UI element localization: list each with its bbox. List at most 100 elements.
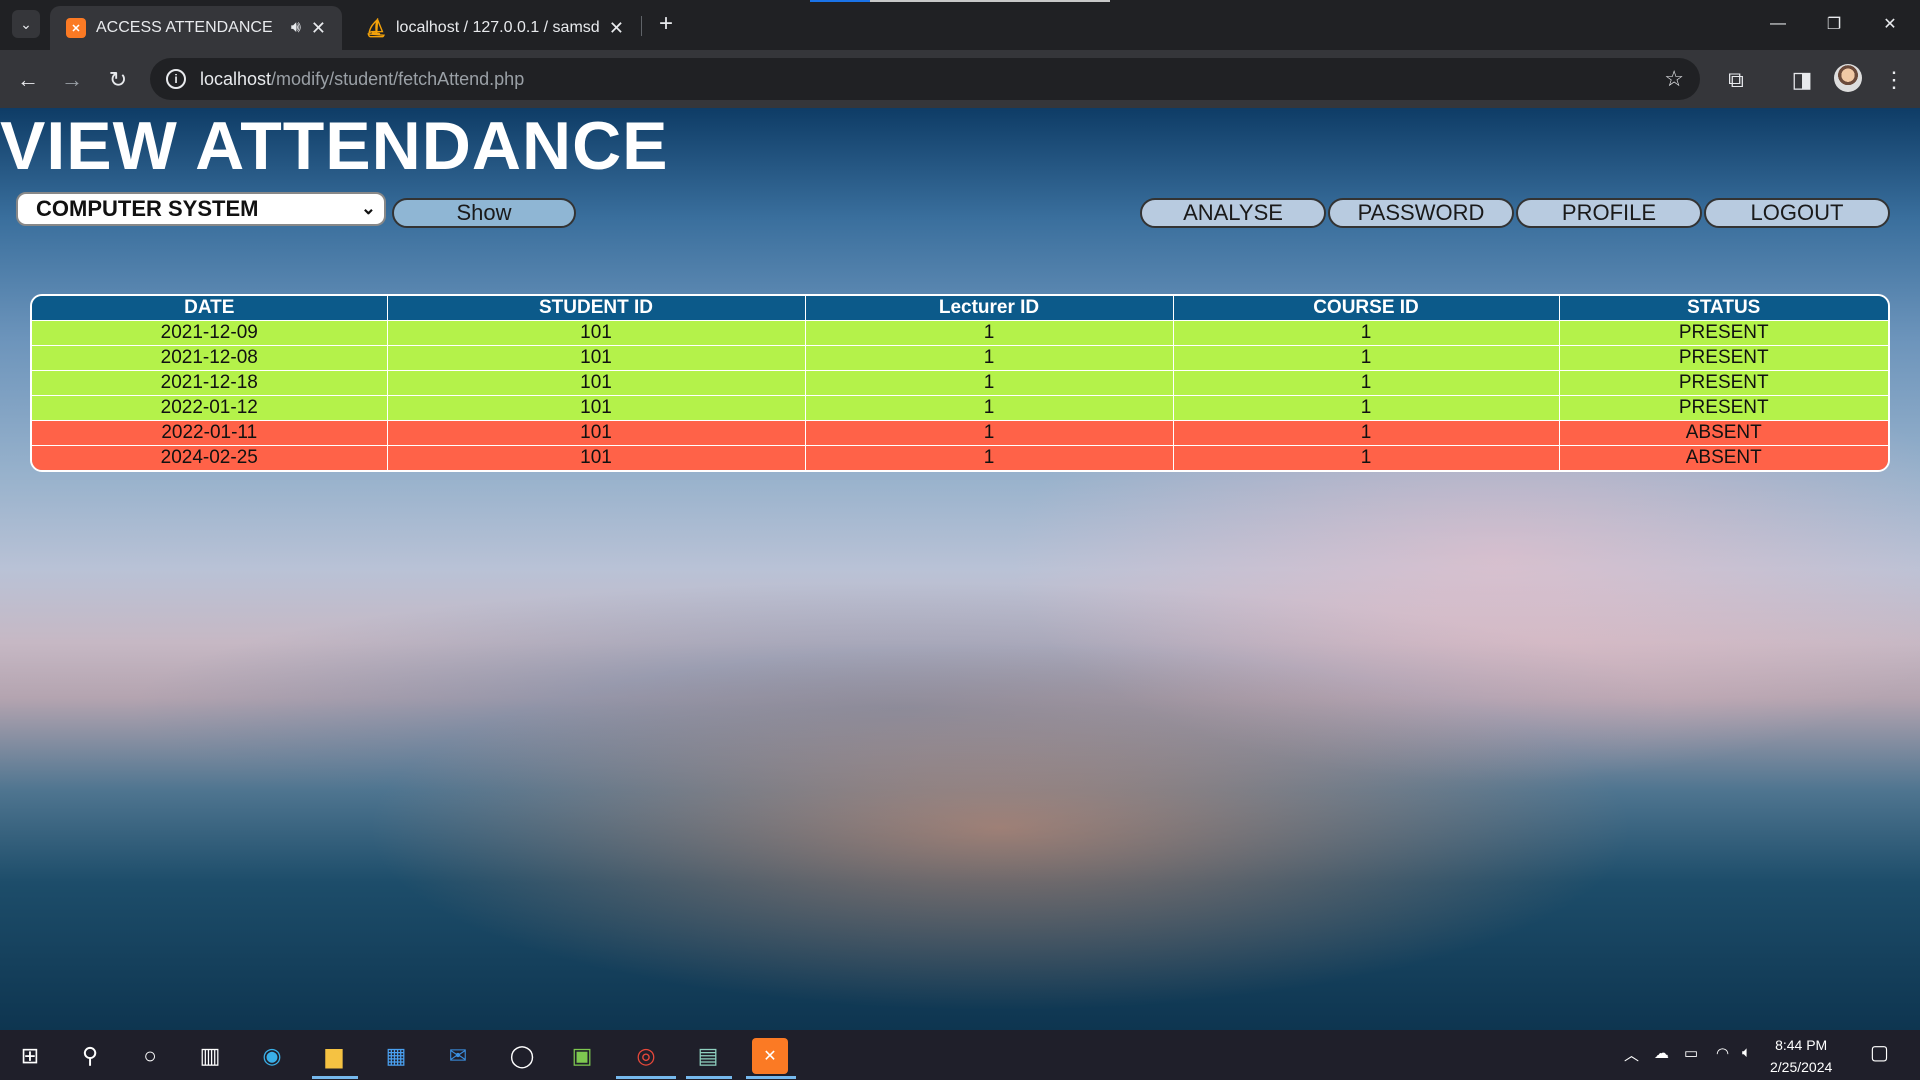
windows-start-icon[interactable]: ⊞ xyxy=(12,1038,48,1074)
side-panel-icon[interactable]: ◨ xyxy=(1786,64,1818,96)
tray-chevron-up-icon[interactable]: ︿ xyxy=(1624,1044,1639,1065)
course-select-value: COMPUTER SYSTEM xyxy=(36,196,259,221)
profile-button[interactable]: PROFILE xyxy=(1516,198,1702,228)
cell-student-id: 101 xyxy=(387,344,806,370)
cell-student-id: 101 xyxy=(387,369,806,395)
table-row: 2024-02-25 101 1 1 ABSENT xyxy=(32,444,1888,470)
close-tab-icon[interactable]: ✕ xyxy=(609,18,624,39)
whatsapp-icon[interactable]: ◯ xyxy=(504,1038,540,1074)
close-window-button[interactable]: ✕ xyxy=(1862,0,1918,48)
volume-icon[interactable]: 🔈︎ xyxy=(1742,1044,1751,1061)
file-explorer-icon[interactable]: ▆ xyxy=(316,1038,352,1074)
cell-date: 2021-12-09 xyxy=(32,319,388,345)
battery-icon[interactable]: ▭ xyxy=(1684,1044,1698,1062)
cell-lecturer-id: 1 xyxy=(805,319,1174,345)
new-tab-button[interactable]: + xyxy=(652,10,680,38)
edge-icon[interactable]: ◉ xyxy=(254,1038,290,1074)
course-select[interactable]: COMPUTER SYSTEM ⌄ xyxy=(16,192,386,226)
cell-status: PRESENT xyxy=(1559,319,1888,345)
header-status: STATUS xyxy=(1559,296,1888,320)
bookmark-star-icon[interactable]: ☆ xyxy=(1664,66,1684,92)
cell-course-id: 1 xyxy=(1173,319,1560,345)
cell-course-id: 1 xyxy=(1173,419,1560,445)
table-row: 2021-12-18 101 1 1 PRESENT xyxy=(32,369,1888,395)
table-row: 2022-01-11 101 1 1 ABSENT xyxy=(32,419,1888,445)
tab-phpmyadmin[interactable]: ⛵︎ localhost / 127.0.0.1 / samsdbte ✕ xyxy=(350,6,640,50)
store-icon[interactable]: ▦ xyxy=(378,1038,414,1074)
running-indicator xyxy=(616,1076,676,1079)
header-student-id: STUDENT ID xyxy=(387,296,806,320)
table-row: 2022-01-12 101 1 1 PRESENT xyxy=(32,394,1888,420)
cell-date: 2022-01-11 xyxy=(32,419,388,445)
onedrive-cloud-icon[interactable]: ☁ xyxy=(1654,1044,1669,1062)
cell-student-id: 101 xyxy=(387,419,806,445)
menu-dots-icon[interactable]: ⋮ xyxy=(1878,64,1910,96)
info-icon[interactable]: i xyxy=(166,69,186,89)
page-viewport: VIEW ATTENDANCE COMPUTER SYSTEM ⌄ Show A… xyxy=(0,108,1920,1030)
close-tab-icon[interactable]: ✕ xyxy=(311,18,326,39)
cortana-icon[interactable]: ○ xyxy=(132,1038,168,1074)
cell-course-id: 1 xyxy=(1173,444,1560,470)
xampp-icon[interactable]: ✕ xyxy=(752,1038,788,1074)
wifi-icon[interactable]: ◠ xyxy=(1716,1044,1729,1062)
url-host: localhost xyxy=(200,68,272,89)
back-arrow-icon[interactable]: ← xyxy=(12,64,44,96)
browser-toolbar: ← → ↻ i localhost/modify/student/fetchAt… xyxy=(0,50,1920,108)
extensions-icon[interactable]: ⧉ xyxy=(1720,64,1752,96)
attendance-table: DATE STUDENT ID Lecturer ID COURSE ID ST… xyxy=(30,294,1890,472)
cell-lecturer-id: 1 xyxy=(805,344,1174,370)
cell-student-id: 101 xyxy=(387,394,806,420)
chevron-down-icon: ⌄ xyxy=(360,198,376,218)
cell-course-id: 1 xyxy=(1173,344,1560,370)
system-clock[interactable]: 8:44 PM 2/25/2024 xyxy=(1770,1034,1832,1078)
address-bar[interactable]: i localhost/modify/student/fetchAttend.p… xyxy=(150,58,1700,100)
tab-title: localhost / 127.0.0.1 / samsdbte xyxy=(396,19,599,36)
header-lecturer-id: Lecturer ID xyxy=(805,296,1174,320)
reload-icon[interactable]: ↻ xyxy=(102,64,134,96)
restore-button[interactable]: ❐ xyxy=(1806,0,1862,48)
profile-avatar[interactable] xyxy=(1834,64,1862,92)
cell-lecturer-id: 1 xyxy=(805,369,1174,395)
url-path: /modify/student/fetchAttend.php xyxy=(271,68,525,89)
tab-search-button[interactable]: ⌄ xyxy=(12,10,40,38)
tab-access-attendance[interactable]: ✕ ACCESS ATTENDANCE 🔊︎ ✕ xyxy=(50,6,342,50)
task-view-icon[interactable]: ▥ xyxy=(192,1038,228,1074)
running-indicator xyxy=(686,1076,732,1079)
table-header-row: DATE STUDENT ID Lecturer ID COURSE ID ST… xyxy=(32,296,1888,320)
running-indicator xyxy=(746,1076,796,1079)
cell-date: 2024-02-25 xyxy=(32,444,388,470)
cell-status: PRESENT xyxy=(1559,369,1888,395)
analyse-button[interactable]: ANALYSE xyxy=(1140,198,1326,228)
cell-lecturer-id: 1 xyxy=(805,444,1174,470)
cell-status: ABSENT xyxy=(1559,419,1888,445)
speaker-icon[interactable]: 🔊︎ xyxy=(291,19,301,37)
loading-track xyxy=(870,0,1110,2)
table-row: 2021-12-09 101 1 1 PRESENT xyxy=(32,319,1888,345)
cell-status: PRESENT xyxy=(1559,344,1888,370)
terminal-app-icon[interactable]: ▤ xyxy=(690,1038,726,1074)
chrome-icon[interactable]: ◎ xyxy=(628,1038,664,1074)
mail-icon[interactable]: ✉ xyxy=(440,1038,476,1074)
search-icon[interactable]: ⚲ xyxy=(72,1038,108,1074)
loading-indicator xyxy=(810,0,870,2)
cell-status: ABSENT xyxy=(1559,444,1888,470)
cell-student-id: 101 xyxy=(387,444,806,470)
cell-date: 2022-01-12 xyxy=(32,394,388,420)
cell-date: 2021-12-18 xyxy=(32,369,388,395)
table-row: 2021-12-08 101 1 1 PRESENT xyxy=(32,344,1888,370)
forward-arrow-icon[interactable]: → xyxy=(56,64,88,96)
page-title: VIEW ATTENDANCE xyxy=(0,108,669,184)
minimize-button[interactable]: — xyxy=(1750,0,1806,48)
tab-separator xyxy=(641,16,642,36)
show-button[interactable]: Show xyxy=(392,198,576,228)
password-button[interactable]: PASSWORD xyxy=(1328,198,1514,228)
logout-button[interactable]: LOGOUT xyxy=(1704,198,1890,228)
header-date: DATE xyxy=(32,296,388,320)
paint-icon[interactable]: ▣ xyxy=(564,1038,600,1074)
cell-course-id: 1 xyxy=(1173,394,1560,420)
phpmyadmin-icon: ⛵︎ xyxy=(364,17,388,38)
cell-student-id: 101 xyxy=(387,319,806,345)
notification-icon[interactable]: ▢ xyxy=(1870,1040,1889,1065)
clock-time: 8:44 PM xyxy=(1775,1037,1828,1053)
cell-lecturer-id: 1 xyxy=(805,419,1174,445)
